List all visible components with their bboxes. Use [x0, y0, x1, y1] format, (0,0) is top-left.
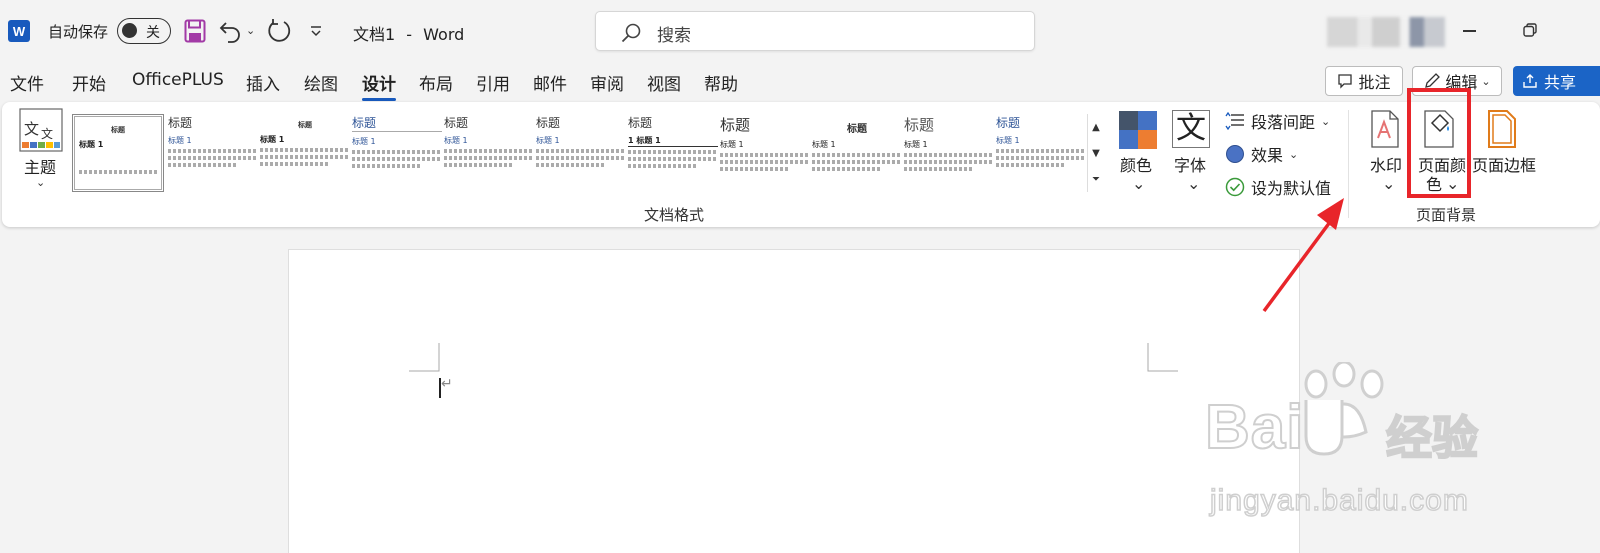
account-avatar[interactable] [1327, 17, 1445, 47]
tab-help[interactable]: 帮助 [704, 70, 738, 95]
search-icon [621, 23, 641, 43]
colors-label[interactable]: 颜色 [1120, 152, 1152, 176]
paragraph-spacing-icon [1225, 112, 1244, 130]
svg-text:文: 文 [41, 126, 53, 141]
share-button[interactable]: 共享 [1513, 66, 1600, 96]
comments-button[interactable]: 批注 [1325, 66, 1403, 96]
title-separator: - [406, 25, 413, 44]
style-set-gallery: 标题 标题 1 标题 标题 1 标题 标题 1 标题 标题 1 标题 标题 1 … [70, 114, 1086, 192]
colors-swatch-icon[interactable] [1119, 111, 1157, 149]
tab-layout[interactable]: 布局 [419, 70, 453, 95]
group-label-page-background: 页面背景 [1416, 206, 1477, 224]
gallery-scroll: ▲ ▼ ⏷ [1087, 114, 1104, 192]
gallery-up-icon[interactable]: ▲ [1088, 114, 1104, 140]
set-as-default-label: 设为默认值 [1251, 179, 1332, 198]
comment-icon [1338, 74, 1353, 89]
chevron-down-icon: ⌄ [1187, 174, 1201, 193]
style-set-thumbnail[interactable]: 标题 标题 1 [536, 114, 626, 192]
chevron-down-icon: ⌄ [1132, 174, 1146, 193]
word-app-icon: W [8, 20, 30, 42]
style-set-thumbnail[interactable]: 标题 标题 1 [168, 114, 258, 192]
tab-insert[interactable]: 插入 [246, 70, 280, 95]
tab-review[interactable]: 审阅 [590, 70, 624, 95]
tab-design[interactable]: 设计 [362, 70, 396, 101]
chevron-down-icon: ⌄ [1289, 147, 1299, 161]
redo-icon[interactable] [266, 18, 292, 44]
search-placeholder: 搜索 [657, 26, 691, 46]
comments-label: 批注 [1358, 73, 1391, 92]
restore-icon[interactable] [1522, 22, 1538, 38]
gallery-down-icon[interactable]: ▼ [1088, 140, 1104, 166]
document-page[interactable] [288, 249, 1300, 553]
watermark-du-paw-icon [1304, 400, 1344, 456]
tab-view[interactable]: 视图 [647, 70, 681, 95]
style-set-thumbnail[interactable]: 标题 标题 1 [904, 114, 994, 192]
share-label: 共享 [1544, 73, 1577, 92]
style-set-thumbnail[interactable]: 标题 标题 1 [444, 114, 534, 192]
ribbon-panel: 文 文 主题 ⌄ 标题 标题 1 标题 标题 1 标题 标题 1 标题 标题 1… [2, 102, 1600, 227]
search-input[interactable]: 搜索 [595, 11, 1035, 51]
minimize-icon[interactable] [1463, 30, 1476, 32]
tab-home[interactable]: 开始 [72, 70, 106, 95]
themes-icon: 文 文 [19, 108, 63, 152]
toggle-knob [122, 23, 137, 38]
gallery-more-icon[interactable]: ⏷ [1088, 166, 1104, 192]
paragraph-spacing-label: 段落间距 [1251, 113, 1316, 132]
app-name: Word [423, 25, 465, 44]
undo-icon[interactable] [218, 18, 244, 44]
effects-button[interactable]: 效果 ⌄ [1225, 142, 1298, 166]
watermark-brand: Bai [1204, 392, 1305, 463]
chevron-down-icon: ⌄ [1382, 174, 1396, 193]
check-circle-icon [1225, 177, 1245, 197]
undo-dropdown-icon[interactable]: ⌄ [246, 24, 255, 37]
watermark-icon[interactable] [1370, 110, 1400, 148]
doc-name: 文档1 [353, 25, 396, 44]
page-borders-label[interactable]: 页面边框 [1472, 152, 1536, 176]
tab-references[interactable]: 引用 [476, 70, 510, 95]
title-bar: W 自动保存 关 ⌄ 文档1 - Word 搜索 [0, 0, 1600, 62]
autosave-state: 关 [146, 25, 160, 41]
watermark-brand-cn: 经验 [1385, 411, 1479, 465]
page-borders-icon[interactable] [1487, 110, 1517, 148]
style-set-thumbnail[interactable]: 标题 标题 1 [720, 114, 810, 192]
svg-text:文: 文 [24, 120, 39, 138]
style-set-thumbnail[interactable]: 标题 标题 1 [72, 114, 164, 192]
style-set-thumbnail[interactable]: 标题 标题 1 [352, 114, 442, 192]
style-set-thumbnail[interactable]: 标题 标题 1 [996, 114, 1086, 192]
set-as-default-button[interactable]: 设为默认值 [1225, 175, 1331, 199]
chevron-down-icon: ⌄ [1481, 74, 1491, 88]
style-set-thumbnail[interactable]: 标题 标题 1 [260, 114, 350, 192]
group-label-document-format: 文档格式 [644, 206, 705, 224]
save-icon[interactable] [184, 19, 206, 43]
effects-label: 效果 [1251, 146, 1284, 165]
annotation-highlight-box [1407, 88, 1471, 198]
fonts-icon[interactable]: 文 [1172, 110, 1210, 148]
share-icon [1523, 74, 1537, 88]
paragraph-spacing-button[interactable]: 段落间距 ⌄ [1225, 109, 1330, 133]
tab-officeplus[interactable]: OfficePLUS [132, 70, 224, 90]
margin-corner-marker [409, 343, 440, 372]
tab-draw[interactable]: 绘图 [304, 70, 338, 95]
watermark-label[interactable]: 水印 [1370, 152, 1402, 176]
style-set-thumbnail[interactable]: 标题 标题 1 [812, 114, 902, 192]
style-set-thumbnail[interactable]: 标题 1 标题 1 [628, 114, 718, 192]
customize-qat-icon[interactable] [308, 20, 324, 40]
group-separator [1348, 110, 1349, 218]
document-title: 文档1 - Word [353, 21, 464, 45]
margin-corner-marker [1147, 343, 1178, 372]
themes-label: 主题 [24, 158, 57, 177]
tab-file[interactable]: 文件 [10, 70, 44, 95]
themes-button[interactable]: 文 文 [16, 108, 66, 156]
chevron-down-icon: ⌄ [36, 176, 46, 189]
chevron-down-icon: ⌄ [1321, 114, 1331, 128]
autosave-label: 自动保存 [48, 23, 109, 41]
tab-mailings[interactable]: 邮件 [533, 70, 567, 95]
effects-icon [1226, 145, 1244, 163]
fonts-label[interactable]: 字体 [1174, 152, 1206, 176]
paragraph-mark-icon: ↵ [441, 376, 453, 392]
watermark-url: jingyan.baidu.com [1209, 483, 1469, 518]
autosave-toggle[interactable]: 关 [117, 18, 171, 44]
